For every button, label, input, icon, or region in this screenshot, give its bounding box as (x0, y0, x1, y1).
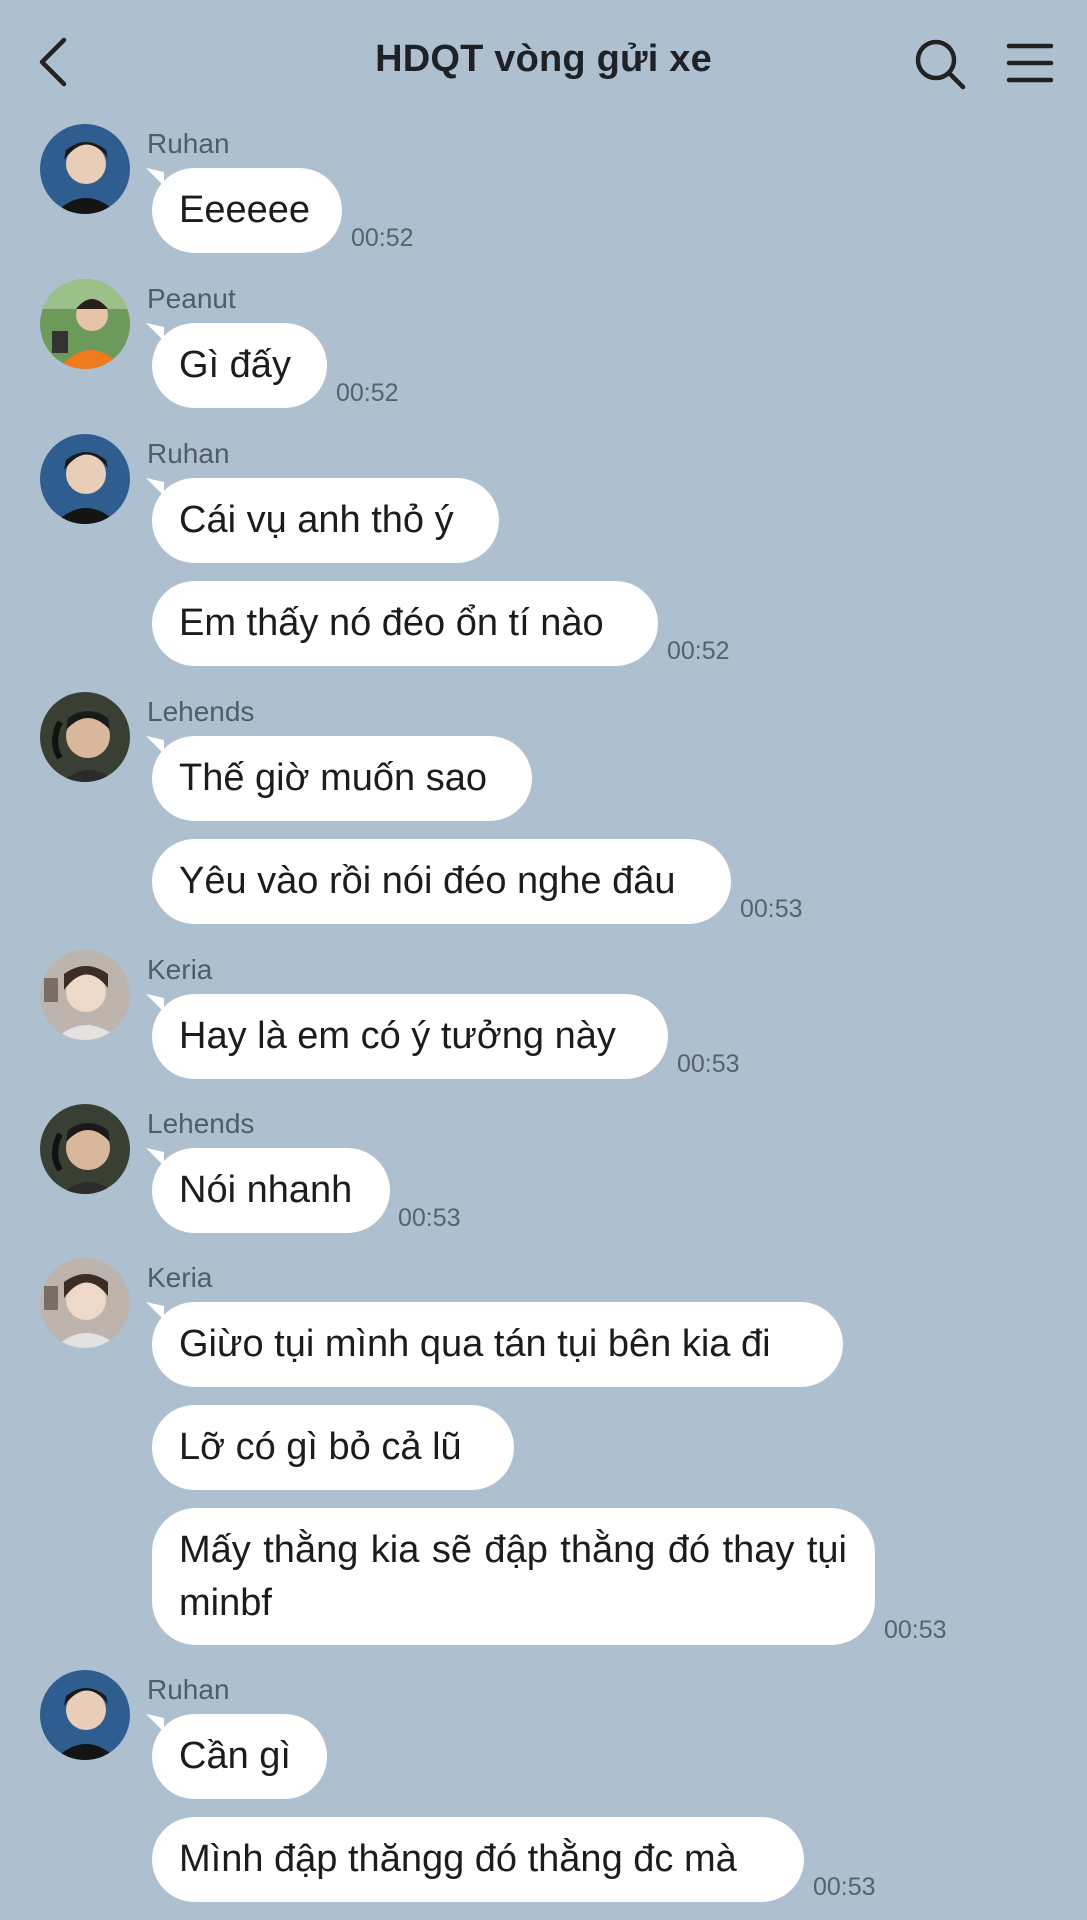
sender-name: Keria (147, 954, 213, 985)
message-bubble[interactable]: Mình đập thăngg đó thằng đc mà (152, 1817, 804, 1902)
search-button[interactable] (912, 36, 968, 92)
message-time: 00:52 (667, 637, 730, 665)
avatar[interactable] (40, 1670, 130, 1760)
sender-name: Ruhan (147, 438, 230, 469)
message-bubble[interactable]: Em thấy nó đéo ổn tí nào (152, 581, 658, 666)
message-bubble[interactable]: Cái vụ anh thỏ ý (152, 478, 499, 563)
message-time: 00:53 (677, 1050, 740, 1078)
message-time: 00:53 (813, 1873, 876, 1901)
message-bubble[interactable]: Thế giờ muốn sao (152, 736, 532, 821)
message-time: 00:52 (351, 224, 414, 252)
sender-name: Peanut (147, 283, 236, 314)
sender-name: Lehends (147, 696, 255, 727)
message-bubble[interactable]: Lỡ có gì bỏ cả lũ (152, 1405, 514, 1490)
search-icon (915, 39, 966, 90)
avatar[interactable] (40, 124, 130, 214)
avatar[interactable] (40, 434, 130, 524)
avatar[interactable] (40, 950, 130, 1040)
chat-header: HDQT vòng gửi xe (0, 0, 1087, 128)
message-bubble[interactable]: Hay là em có ý tưởng này (152, 994, 668, 1079)
hamburger-menu-icon (1006, 43, 1054, 83)
message-bubble[interactable]: Gì đấy (152, 323, 327, 408)
sender-name: Ruhan (147, 128, 230, 159)
avatar[interactable] (40, 279, 130, 369)
message-bubble[interactable]: Giừo tụi mình qua tán tụi bên kia đi (152, 1302, 843, 1387)
sender-name: Ruhan (147, 1674, 230, 1705)
message-bubble[interactable]: Mấy thằng kia sẽ đập thằng đó thay tụi m… (152, 1508, 875, 1645)
sender-name: Keria (147, 1262, 213, 1293)
avatar[interactable] (40, 1258, 130, 1348)
message-time: 00:53 (884, 1616, 947, 1644)
sender-name: Lehends (147, 1108, 255, 1139)
message-bubble[interactable]: Cần gì (152, 1714, 327, 1799)
message-time: 00:53 (398, 1204, 461, 1232)
message-bubble[interactable]: Yêu vào rồi nói đéo nghe đâu (152, 839, 731, 924)
menu-button[interactable] (1005, 38, 1055, 88)
message-time: 00:53 (740, 895, 803, 923)
message-bubble[interactable]: Nói nhanh (152, 1148, 390, 1233)
avatar[interactable] (40, 1104, 130, 1194)
message-time: 00:52 (336, 379, 399, 407)
message-bubble[interactable]: Eeeeee (152, 168, 342, 253)
avatar[interactable] (40, 692, 130, 782)
